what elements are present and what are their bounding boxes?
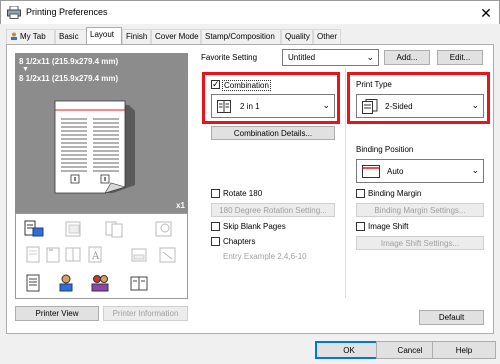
image-shift-checkbox[interactable] [356,222,365,231]
printer-information-label: Printer Information [112,309,179,318]
tab-label: Finish [126,32,148,41]
page-icon[interactable] [23,274,45,292]
rotate-180-label: Rotate 180 [223,189,263,198]
title-bar: Printing Preferences ✕ [0,0,500,24]
tab-label: My Tab [20,32,46,41]
duplex-icon[interactable] [103,220,125,238]
binding-position-label: Binding Position [356,145,414,154]
edit-button[interactable]: Edit... [437,50,483,65]
chevron-down-icon: ⌄ [471,99,479,110]
window-title: Printing Preferences [26,7,108,17]
printer-view-label: Printer View [35,309,79,318]
skip-blank-pages-checkbox[interactable] [211,222,220,231]
tab-layout[interactable]: Layout [86,27,122,44]
tab-label: Other [317,32,338,41]
binding-margin-checkbox[interactable] [356,189,365,198]
tab-quality[interactable]: Quality [281,29,313,44]
combination-label: Combination [222,80,271,91]
close-icon[interactable]: ✕ [476,3,496,23]
printer-icon[interactable] [23,220,45,238]
chevron-down-icon: ⌄ [471,164,479,175]
image-shift-settings-label: Image Shift Settings... [380,238,460,248]
fold-icon[interactable] [63,246,85,264]
tab-other[interactable]: Other [313,29,341,44]
combination-checkbox[interactable] [211,78,220,90]
help-button-label: Help [455,345,473,355]
two-in-one-icon [217,100,231,113]
column-divider [345,68,346,298]
booklet-icon[interactable] [63,220,85,238]
binding-position-select[interactable]: Auto ⌄ [356,159,484,183]
skip-blank-pages-label: Skip Blank Pages [223,222,286,231]
ok-button[interactable]: OK [315,341,383,359]
rotate-180-checkbox[interactable] [211,189,220,198]
page-icon[interactable] [23,246,45,264]
combination-value: 2 in 1 [240,102,260,111]
binding-margin-label: Binding Margin [368,189,422,198]
binding-auto-icon [362,165,380,178]
ok-button-label: OK [343,345,355,355]
book-icon[interactable] [129,274,151,292]
tab-label: Stamp/Composition [205,32,275,41]
printer-view-button[interactable]: Printer View [15,306,99,321]
tab-stamp-composition[interactable]: Stamp/Composition [201,29,281,44]
chevron-down-icon: ⌄ [366,51,374,62]
binding-margin-settings-label: Binding Margin Settings... [374,205,466,215]
rotation-setting-button[interactable]: 180 Degree Rotation Setting... [211,203,335,217]
image-shift-settings-button[interactable]: Image Shift Settings... [356,236,484,250]
printer-information-button[interactable]: Printer Information [103,306,188,321]
user-icon[interactable] [55,274,77,292]
stamp-icon[interactable] [153,220,175,238]
user-group-icon[interactable] [89,274,111,292]
print-type-select[interactable]: 2-Sided ⌄ [356,94,484,118]
cancel-button-label: Cancel [397,345,423,355]
tab-finish[interactable]: Finish [122,29,151,44]
tab-cover-mode[interactable]: Cover Mode [151,29,201,44]
user-icon [11,32,17,40]
combination-select[interactable]: 2 in 1 ⌄ [211,94,335,118]
tab-my-tab[interactable]: My Tab [6,29,55,44]
tab-label: Quality [285,32,310,41]
print-type-label: Print Type [356,80,392,89]
tab-label: Layout [90,30,115,39]
printer-icon [7,6,21,19]
tray-icon[interactable] [129,246,151,264]
paper-size-original: 8 1/2x11 (215.9x279.4 mm) [19,57,119,66]
add-button-label: Add... [396,53,418,62]
text-icon[interactable]: A [85,246,107,264]
chapters-input[interactable]: Entry Example 2,4,6-10 [223,252,307,261]
binding-margin-settings-button[interactable]: Binding Margin Settings... [356,203,484,217]
layout-preview: 8 1/2x11 (215.9x279.4 mm) ▼ 8 1/2x11 (21… [15,53,188,213]
duplex-icon [362,99,378,114]
default-button[interactable]: Default [419,310,484,325]
tab-basic[interactable]: Basic [55,29,87,44]
edit-button-label: Edit... [449,53,471,62]
function-icon-panel: A [15,213,188,299]
tab-label: Cover Mode [155,32,199,41]
favorite-setting-select[interactable]: Untitled ⌄ [282,49,379,66]
arrow-down-icon: ▼ [22,66,29,73]
paper-size-output: 8 1/2x11 (215.9x279.4 mm) [19,74,119,83]
print-type-value: 2-Sided [385,102,413,111]
copies-indicator: x1 [176,201,185,210]
chapters-label: Chapters [223,237,256,246]
default-button-label: Default [438,313,465,322]
favorite-setting-value: Untitled [288,53,316,62]
favorite-setting-label: Favorite Setting [201,53,258,62]
staple-icon[interactable] [43,246,65,264]
page-preview-image [54,100,135,194]
book-icon[interactable] [157,246,179,264]
rotation-setting-label: 180 Degree Rotation Setting... [219,205,327,215]
chapters-checkbox[interactable] [211,237,220,246]
image-shift-label: Image Shift [368,222,409,231]
help-button[interactable]: Help [432,341,496,359]
combination-details-label: Combination Details... [233,128,313,138]
add-button[interactable]: Add... [384,50,430,65]
binding-position-value: Auto [387,167,404,176]
svg-text:A: A [91,251,100,262]
chevron-down-icon: ⌄ [322,99,330,110]
tab-label: Basic [59,32,79,41]
combination-details-button[interactable]: Combination Details... [211,126,335,140]
